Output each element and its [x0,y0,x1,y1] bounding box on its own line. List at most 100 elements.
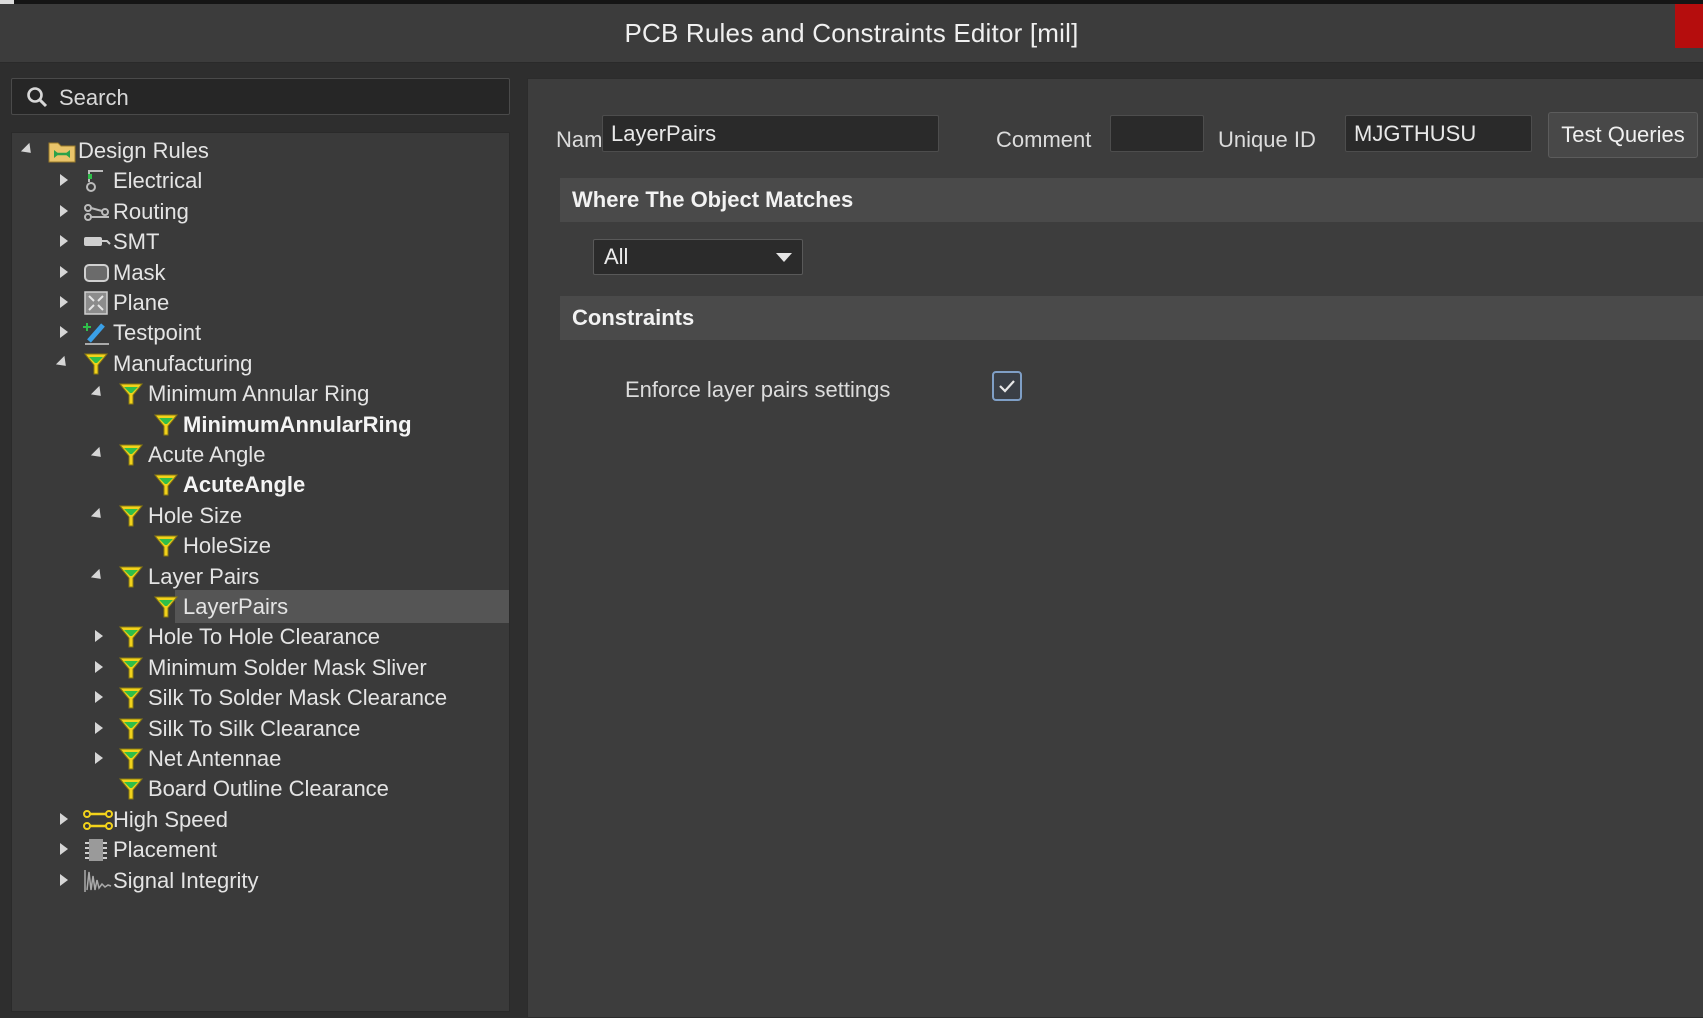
tree-item[interactable]: Placement [12,833,509,866]
signal-integrity-icon [83,868,112,894]
rule-funnel-icon [153,472,179,498]
tree-item-label: SMT [113,229,160,255]
tree-item-label: Silk To Silk Clearance [148,715,361,741]
rule-detail-pane: Name LayerPairs Comment Unique ID MJGTHU… [527,78,1703,1018]
unique-id-label: Unique ID [1218,127,1316,152]
expand-triangle-icon[interactable] [57,833,71,866]
tree-item[interactable]: LayerPairs [12,590,509,623]
collapse-triangle-icon[interactable] [55,347,71,380]
expand-triangle-icon[interactable] [57,225,71,258]
search-box[interactable]: Search [11,78,510,115]
expand-triangle-icon[interactable] [92,742,106,775]
tree-item[interactable]: Hole To Hole Clearance [12,620,509,653]
tree-item-label: Mask [113,259,166,285]
plane-icon [83,290,109,316]
design-rules-folder-icon [48,138,76,164]
where-match-dropdown[interactable]: All [593,239,803,275]
test-queries-button[interactable]: Test Queries [1548,112,1698,158]
chevron-down-icon [776,253,792,262]
tree-item-label: Testpoint [113,320,202,346]
tree-item[interactable]: Net Antennae [12,742,509,775]
where-section-header: Where The Object Matches [560,178,1703,222]
rule-funnel-icon [118,564,144,590]
tree-item[interactable]: HoleSize [12,529,509,562]
tree-item-label: Hole To Hole Clearance [148,624,380,650]
expand-triangle-icon[interactable] [57,803,71,836]
collapse-triangle-icon[interactable] [20,134,36,167]
tree-item[interactable]: High Speed [12,803,509,836]
rule-funnel-icon [118,746,144,772]
tree-item[interactable]: Silk To Solder Mask Clearance [12,681,509,714]
smt-icon [83,229,111,255]
rule-funnel-icon [118,776,144,802]
tree-item-label: Acute Angle [148,442,266,467]
expand-triangle-icon[interactable] [57,316,71,349]
unique-id-field[interactable]: MJGTHUSU [1345,115,1532,152]
rule-funnel-icon [118,381,144,407]
expand-triangle-icon[interactable] [57,195,71,228]
collapse-triangle-icon[interactable] [90,438,106,471]
rule-funnel-icon [83,351,109,377]
tree-item-label: Board Outline Clearance [148,776,389,802]
rule-funnel-icon [153,412,179,438]
rule-funnel-icon [118,655,144,681]
high-speed-icon [83,807,113,833]
tree-item-label: Manufacturing [113,350,253,376]
tree-item[interactable]: Routing [12,195,509,228]
expand-triangle-icon[interactable] [57,864,71,897]
tree-item[interactable]: Electrical [12,164,509,197]
tree-item[interactable]: SMT [12,225,509,258]
tree-item-label: Design Rules [78,138,209,163]
expand-triangle-icon[interactable] [92,712,106,745]
tree-item[interactable]: Signal Integrity [12,864,509,897]
tree-item[interactable]: Testpoint [12,316,509,349]
tree-item[interactable]: Silk To Silk Clearance [12,712,509,745]
tree-item[interactable]: AcuteAngle [12,468,509,501]
tree-item-label: HoleSize [183,533,272,559]
rules-tree[interactable]: Design Rules Electrical Routing SMT Mask Plan… [11,132,510,1012]
rule-funnel-icon [153,533,179,559]
tree-item[interactable]: Layer Pairs [12,560,509,593]
search-input[interactable]: Search [59,85,129,111]
tree-item-label: Placement [113,837,217,863]
tree-item[interactable]: MinimumAnnularRing [12,408,509,441]
tree-item[interactable]: Manufacturing [12,347,509,380]
tree-item-label: LayerPairs [183,594,289,619]
mask-icon [83,260,109,286]
collapse-triangle-icon[interactable] [90,499,106,532]
electrical-icon [83,168,109,194]
expand-triangle-icon[interactable] [57,164,71,197]
name-field[interactable]: LayerPairs [602,115,939,152]
tree-item[interactable]: Board Outline Clearance [12,772,509,805]
search-icon [27,87,48,108]
rule-funnel-icon [118,685,144,711]
expand-triangle-icon[interactable] [57,256,71,289]
close-button[interactable] [1675,4,1703,48]
tree-item[interactable]: Design Rules [12,134,509,167]
testpoint-icon [83,320,109,346]
comment-field[interactable] [1110,115,1204,152]
tree-item-label: Net Antennae [148,746,282,771]
tree-item[interactable]: Acute Angle [12,438,509,471]
tree-item[interactable]: Plane [12,286,509,319]
tree-item[interactable]: Hole Size [12,499,509,532]
rule-funnel-icon [118,624,144,650]
expand-triangle-icon[interactable] [92,620,106,653]
tree-item-label: Minimum Annular Ring [148,381,370,407]
expand-triangle-icon[interactable] [92,651,106,684]
tree-item-label: Hole Size [148,502,243,528]
collapse-triangle-icon[interactable] [90,560,106,593]
tree-item[interactable]: Minimum Annular Ring [12,377,509,410]
expand-triangle-icon[interactable] [57,286,71,319]
enforce-layer-pairs-checkbox[interactable] [992,371,1022,401]
constraints-section-header: Constraints [560,296,1703,340]
expand-triangle-icon[interactable] [92,681,106,714]
title-bar: PCB Rules and Constraints Editor [mil] [0,4,1703,63]
tree-item[interactable]: Mask [12,256,509,289]
tree-item[interactable]: Minimum Solder Mask Sliver [12,651,509,684]
rule-funnel-icon [118,442,144,468]
tree-item-label: AcuteAngle [183,472,306,498]
rule-funnel-icon [153,594,179,620]
collapse-triangle-icon[interactable] [90,377,106,410]
tree-item-label: Plane [113,290,170,315]
